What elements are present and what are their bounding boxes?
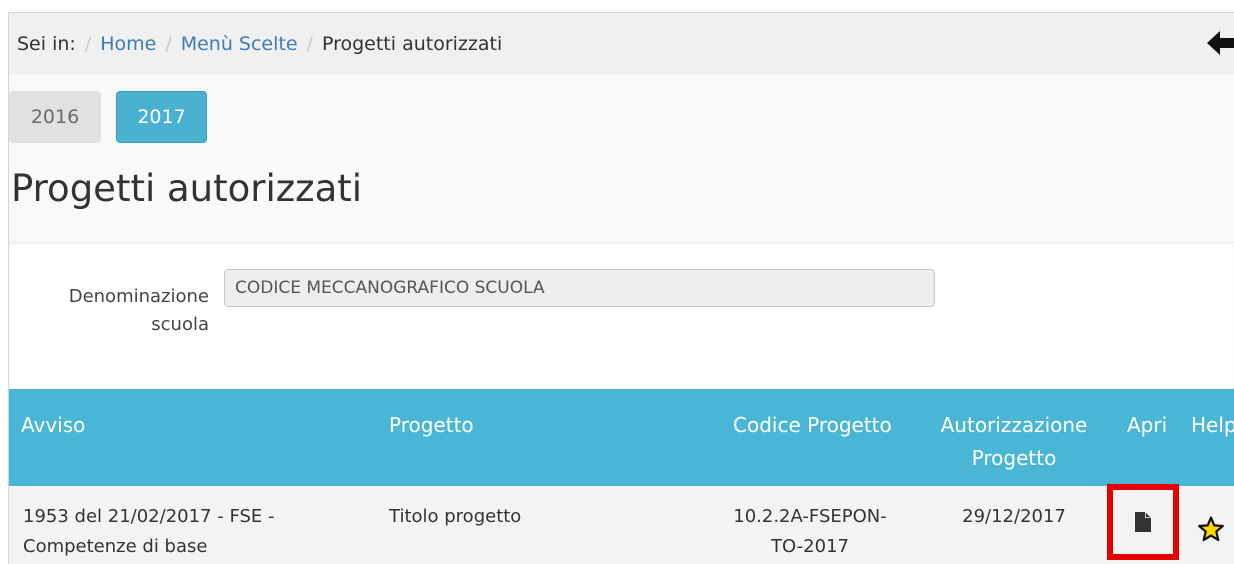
cell-codice-progetto: 10.2.2A-FSEPON- TO-2017 (725, 502, 895, 562)
cell-avviso-line2: Competenze di base (23, 536, 208, 557)
breadcrumb-home-link[interactable]: Home (100, 33, 156, 55)
cell-progetto: Titolo progetto (389, 506, 522, 527)
breadcrumb-prefix: Sei in: (17, 32, 76, 55)
year-tab-2017[interactable]: 2017 (116, 91, 207, 143)
breadcrumb-current: Progetti autorizzati (321, 32, 503, 55)
column-header-autorizzazione-line1: Autorizzazione (940, 413, 1088, 437)
cell-avviso-line1: 1953 del 21/02/2017 - FSE - (23, 506, 275, 527)
document-icon[interactable] (1135, 512, 1151, 532)
column-header-progetto: Progetto (389, 413, 474, 437)
school-name-field[interactable]: CODICE MECCANOGRAFICO SCUOLA (224, 269, 935, 307)
breadcrumb: Sei in: / Home / Menù Scelte / Progetti … (9, 13, 1234, 74)
page-frame: Sei in: / Home / Menù Scelte / Progetti … (8, 12, 1234, 564)
column-header-apri: Apri (1127, 413, 1168, 437)
table-header: Avviso Progetto Codice Progetto Autorizz… (9, 389, 1234, 486)
cell-codice-line2: TO-2017 (771, 536, 849, 557)
open-project-highlight[interactable] (1107, 484, 1179, 560)
cell-codice-line1: 10.2.2A-FSEPON- (733, 506, 887, 527)
breadcrumb-separator: / (84, 32, 92, 55)
cell-avviso: 1953 del 21/02/2017 - FSE - Competenze d… (23, 502, 343, 562)
column-header-help: Help (1191, 413, 1234, 437)
page-title: Progetti autorizzati (11, 167, 363, 210)
back-arrow-icon[interactable] (1207, 30, 1234, 56)
breadcrumb-separator: / (306, 32, 313, 55)
school-name-value: CODICE MECCANOGRAFICO SCUOLA (235, 278, 545, 298)
breadcrumb-separator: / (165, 32, 172, 55)
year-tabs-panel: 2016 2017 Progetti autorizzati (9, 74, 1234, 241)
cell-autorizzazione: 29/12/2017 (962, 506, 1066, 527)
filter-form: Denominazione scuola CODICE MECCANOGRAFI… (9, 241, 1234, 389)
column-header-autorizzazione: Autorizzazione Progetto (939, 409, 1089, 475)
column-header-autorizzazione-line2: Progetto (971, 446, 1057, 470)
column-header-avviso: Avviso (21, 413, 86, 437)
year-tab-2016[interactable]: 2016 (9, 91, 101, 143)
table-row: 1953 del 21/02/2017 - FSE - Competenze d… (9, 484, 1234, 564)
breadcrumb-menu-scelte-link[interactable]: Menù Scelte (181, 33, 298, 55)
column-header-codice-progetto: Codice Progetto (733, 413, 892, 437)
star-icon[interactable] (1197, 516, 1225, 542)
school-name-label: Denominazione scuola (68, 286, 209, 335)
